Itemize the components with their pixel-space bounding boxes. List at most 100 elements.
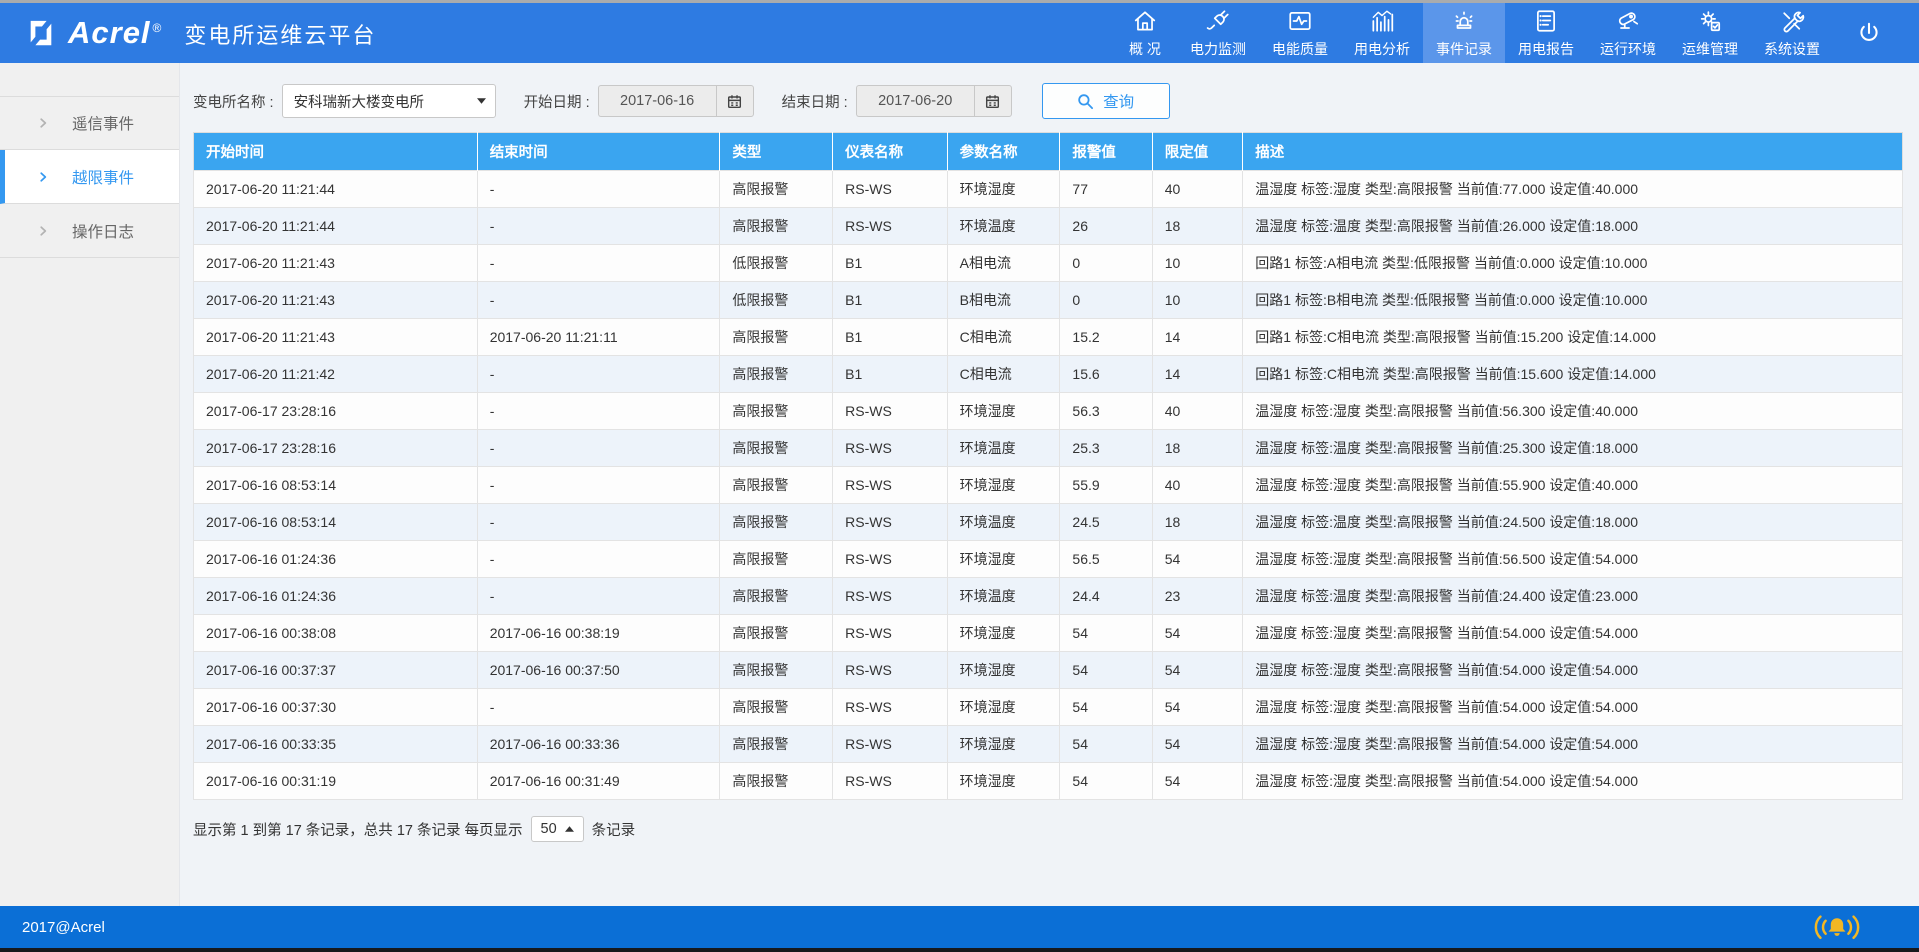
chevron-right-icon [36, 116, 50, 130]
cell-param-name: 环境湿度 [947, 393, 1060, 430]
cell-end-time: - [477, 467, 720, 504]
search-icon [1077, 93, 1094, 110]
nav-item-om-management[interactable]: 运维管理 [1669, 3, 1751, 63]
nav-item-system-settings[interactable]: 系统设置 [1751, 3, 1833, 63]
cell-meter-name: RS-WS [833, 467, 948, 504]
cell-end-time: - [477, 430, 720, 467]
pagination: 显示第 1 到第 17 条记录，总共 17 条记录 每页显示 50 条记录 [193, 816, 1903, 842]
caret-up-icon [565, 826, 574, 832]
cell-end-time: 2017-06-16 00:31:49 [477, 763, 720, 800]
query-button[interactable]: 查询 [1042, 83, 1170, 119]
cell-alarm-value: 77 [1060, 171, 1152, 208]
cell-end-time: - [477, 356, 720, 393]
sidebar-item-remote-signal-events[interactable]: 遥信事件 [0, 96, 179, 150]
report-icon [1533, 8, 1559, 34]
cell-limit-value: 18 [1152, 504, 1243, 541]
cell-param-name: 环境湿度 [947, 541, 1060, 578]
cell-alarm-value: 54 [1060, 763, 1152, 800]
table-row: 2017-06-16 01:24:36-高限报警RS-WS环境湿度56.554温… [194, 541, 1903, 578]
cell-meter-name: B1 [833, 245, 948, 282]
cell-meter-name: RS-WS [833, 578, 948, 615]
main-content: 变电所名称 : 安科瑞新大楼变电所 开始日期 : 结束日期 : [180, 63, 1919, 906]
end-date-calendar-button[interactable] [974, 85, 1012, 117]
sidebar-item-limit-exceed-events[interactable]: 越限事件 [0, 150, 179, 204]
cell-type: 高限报警 [720, 541, 833, 578]
brand: Acrel® 变电所运维云平台 [0, 3, 376, 63]
cell-param-name: 环境温度 [947, 430, 1060, 467]
start-date-calendar-button[interactable] [716, 85, 754, 117]
cell-alarm-value: 24.5 [1060, 504, 1152, 541]
taskbar-edge [0, 948, 1919, 952]
nav-item-overview[interactable]: 概 况 [1113, 3, 1177, 63]
cell-limit-value: 18 [1152, 208, 1243, 245]
end-date-group [856, 85, 1012, 117]
nav-item-power-monitor[interactable]: 电力监测 [1177, 3, 1259, 63]
cell-alarm-value: 15.6 [1060, 356, 1152, 393]
cell-start-time: 2017-06-16 00:37:30 [194, 689, 478, 726]
cell-type: 高限报警 [720, 467, 833, 504]
table-row: 2017-06-16 00:37:372017-06-16 00:37:50高限… [194, 652, 1903, 689]
cell-param-name: 环境湿度 [947, 615, 1060, 652]
nav-item-label: 概 况 [1129, 39, 1161, 59]
plug-icon [1205, 8, 1231, 34]
table-row: 2017-06-20 11:21:44-高限报警RS-WS环境温度2618温湿度… [194, 208, 1903, 245]
calendar-icon [985, 94, 1000, 109]
cell-description: 温湿度 标签:温度 类型:高限报警 当前值:25.300 设定值:18.000 [1243, 430, 1903, 467]
sidebar-item-label: 遥信事件 [72, 112, 134, 134]
cell-end-time: - [477, 689, 720, 726]
cell-limit-value: 54 [1152, 763, 1243, 800]
cell-type: 高限报警 [720, 171, 833, 208]
cell-end-time: - [477, 245, 720, 282]
cell-description: 温湿度 标签:湿度 类型:高限报警 当前值:56.500 设定值:54.000 [1243, 541, 1903, 578]
station-select[interactable]: 安科瑞新大楼变电所 [282, 84, 496, 118]
events-table: 开始时间结束时间类型仪表名称参数名称报警值限定值描述 2017-06-20 11… [193, 132, 1903, 800]
column-header-end-time: 结束时间 [477, 133, 720, 171]
logout-power-button[interactable] [1833, 3, 1905, 63]
start-date-label: 开始日期 : [524, 91, 590, 112]
cell-description: 温湿度 标签:湿度 类型:高限报警 当前值:56.300 设定值:40.000 [1243, 393, 1903, 430]
cell-end-time: 2017-06-16 00:37:50 [477, 652, 720, 689]
end-date-input[interactable] [856, 85, 974, 117]
cell-limit-value: 14 [1152, 319, 1243, 356]
acrel-logo-icon [26, 18, 56, 48]
cell-description: 温湿度 标签:湿度 类型:高限报警 当前值:54.000 设定值:54.000 [1243, 689, 1903, 726]
table-row: 2017-06-17 23:28:16-高限报警RS-WS环境湿度56.340温… [194, 393, 1903, 430]
nav-item-event-records[interactable]: 事件记录 [1423, 3, 1505, 63]
pagination-suffix: 条记录 [592, 819, 636, 840]
nav-item-usage-analysis[interactable]: 用电分析 [1341, 3, 1423, 63]
nav-item-runtime-env[interactable]: 运行环境 [1587, 3, 1669, 63]
acrel-logo-text: Acrel® [68, 15, 162, 51]
cell-description: 温湿度 标签:湿度 类型:高限报警 当前值:54.000 设定值:54.000 [1243, 763, 1903, 800]
cell-type: 高限报警 [720, 689, 833, 726]
start-date-input[interactable] [598, 85, 716, 117]
cell-alarm-value: 24.4 [1060, 578, 1152, 615]
column-header-meter-name: 仪表名称 [833, 133, 948, 171]
table-row: 2017-06-17 23:28:16-高限报警RS-WS环境温度25.318温… [194, 430, 1903, 467]
cell-start-time: 2017-06-16 01:24:36 [194, 578, 478, 615]
cell-description: 温湿度 标签:湿度 类型:高限报警 当前值:54.000 设定值:54.000 [1243, 652, 1903, 689]
cell-param-name: 环境温度 [947, 578, 1060, 615]
page-size-select[interactable]: 50 [531, 816, 584, 842]
cell-end-time: - [477, 282, 720, 319]
substation-cloud-platform-app: Acrel® 变电所运维云平台 概 况电力监测电能质量用电分析事件记录用电报告运… [0, 0, 1919, 952]
nav-item-usage-report[interactable]: 用电报告 [1505, 3, 1587, 63]
main-nav: 概 况电力监测电能质量用电分析事件记录用电报告运行环境运维管理系统设置 [1113, 3, 1833, 63]
start-date-group [598, 85, 754, 117]
nav-item-power-quality[interactable]: 电能质量 [1259, 3, 1341, 63]
footer-bar: 2017@Acrel [0, 906, 1919, 948]
cell-type: 高限报警 [720, 652, 833, 689]
cell-type: 高限报警 [720, 615, 833, 652]
cell-end-time: - [477, 171, 720, 208]
cell-param-name: C相电流 [947, 319, 1060, 356]
cell-start-time: 2017-06-20 11:21:43 [194, 319, 478, 356]
alarm-bell-icon[interactable] [1813, 912, 1861, 943]
cell-meter-name: RS-WS [833, 393, 948, 430]
nav-item-label: 运维管理 [1682, 39, 1738, 59]
cell-type: 高限报警 [720, 504, 833, 541]
cell-type: 高限报警 [720, 763, 833, 800]
sidebar-item-operation-logs[interactable]: 操作日志 [0, 204, 179, 258]
cell-meter-name: RS-WS [833, 689, 948, 726]
cell-start-time: 2017-06-16 00:38:08 [194, 615, 478, 652]
cell-description: 回路1 标签:A相电流 类型:低限报警 当前值:0.000 设定值:10.000 [1243, 245, 1903, 282]
nav-item-label: 电能质量 [1272, 39, 1328, 59]
